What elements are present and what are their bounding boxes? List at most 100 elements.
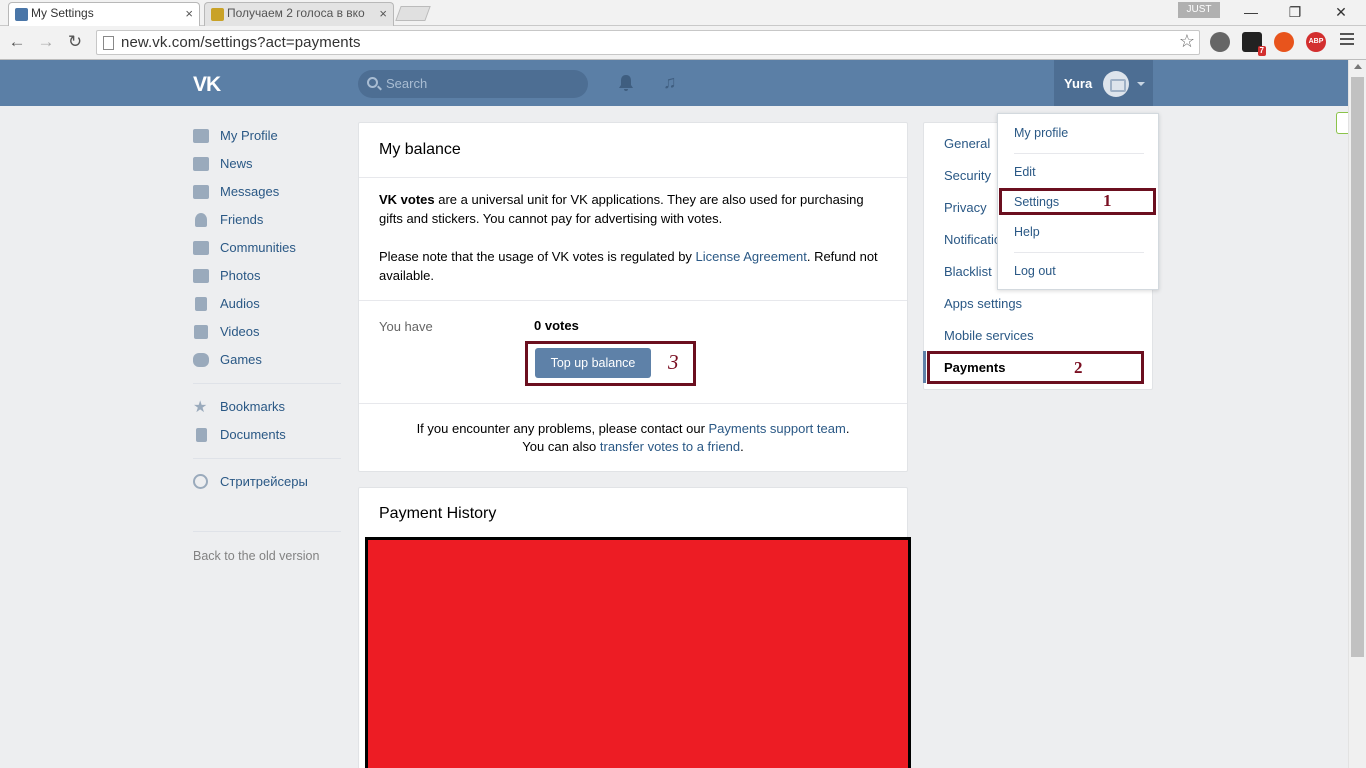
left-nav-item-community[interactable]: Стритрейсеры — [193, 472, 343, 492]
settings-menu-item-privacy[interactable]: Privacy — [944, 200, 987, 215]
divider — [359, 177, 907, 178]
payments-support-link[interactable]: Payments support team — [709, 421, 846, 436]
music-icon[interactable]: ♫ — [663, 72, 677, 93]
chrome-menu-icon[interactable] — [1340, 33, 1354, 49]
tab-title: My Settings — [31, 6, 94, 20]
tab-close-icon[interactable]: × — [379, 6, 387, 21]
left-nav-item-news[interactable]: News — [193, 154, 343, 174]
forward-button[interactable]: → — [35, 31, 57, 53]
dropdown-item-help[interactable]: Help — [1014, 225, 1040, 239]
news-icon — [193, 157, 209, 171]
annotation-number-3: 3 — [668, 350, 679, 374]
redacted-history-block — [365, 537, 911, 768]
browser-tab-strip: My Settings × Получаем 2 голоса в вко × … — [0, 0, 1366, 27]
notifications-bell-icon[interactable] — [618, 74, 634, 92]
browser-toolbar: ← → ↻ new.vk.com/settings?act=payments ☆… — [0, 26, 1366, 60]
close-window-button[interactable]: ✕ — [1326, 2, 1356, 22]
friends-icon — [195, 213, 207, 227]
address-bar[interactable]: new.vk.com/settings?act=payments ☆ — [96, 30, 1200, 55]
chevron-down-icon — [1137, 82, 1145, 86]
scroll-up-arrow-icon[interactable] — [1354, 64, 1362, 69]
user-menu-button[interactable]: Yura — [1054, 60, 1153, 106]
search-input[interactable]: Search — [358, 70, 588, 98]
transfer-votes-link[interactable]: transfer votes to a friend — [600, 439, 740, 454]
scrollbar-thumb[interactable] — [1351, 77, 1364, 657]
left-nav-label: Bookmarks — [220, 399, 286, 414]
settings-menu-item-mobile[interactable]: Mobile services — [944, 328, 1034, 343]
left-nav-item-communities[interactable]: Communities — [193, 238, 343, 258]
votes-description-text: are a universal unit for VK applications… — [379, 192, 864, 226]
bookmark-star-icon[interactable]: ☆ — [1179, 31, 1195, 52]
support-note-text: If you encounter any problems, please co… — [416, 421, 709, 436]
restore-button[interactable]: ❐ — [1280, 2, 1310, 22]
profile-badge[interactable]: JUST — [1178, 2, 1220, 18]
divider — [359, 300, 907, 301]
dropdown-item-edit[interactable]: Edit — [1014, 165, 1036, 179]
url-text: new.vk.com/settings?act=payments — [121, 34, 361, 51]
support-note: If you encounter any problems, please co… — [359, 420, 907, 456]
ghostery-icon[interactable]: 7 — [1242, 32, 1266, 56]
left-nav-item-friends[interactable]: Friends — [193, 210, 343, 230]
messages-icon — [193, 185, 209, 199]
side-extension-tab[interactable] — [1336, 112, 1348, 134]
left-nav-label: Audios — [220, 296, 260, 311]
annotation-number-1: 1 — [1103, 191, 1112, 210]
reload-button[interactable]: ↻ — [64, 31, 86, 53]
vk-logo[interactable]: VK — [193, 73, 221, 97]
browser-tab-active[interactable]: My Settings × — [8, 2, 200, 27]
left-nav-label: Documents — [220, 427, 286, 442]
left-nav-item-audios[interactable]: Audios — [193, 294, 343, 314]
tab-favicon-icon — [211, 8, 224, 21]
left-nav-label: Стритрейсеры — [220, 474, 308, 489]
new-tab-button[interactable] — [395, 6, 431, 21]
adblock-plus-icon[interactable]: ABP — [1306, 32, 1326, 52]
gamepad-icon — [193, 353, 209, 367]
settings-menu-item-apps[interactable]: Apps settings — [944, 296, 1022, 311]
you-have-label: You have — [379, 319, 433, 334]
dropdown-item-log-out[interactable]: Log out — [1014, 264, 1056, 278]
left-nav-item-photos[interactable]: Photos — [193, 266, 343, 286]
menu-divider — [193, 458, 341, 459]
dropdown-item-my-profile[interactable]: My profile — [1014, 126, 1068, 140]
left-nav-item-bookmarks[interactable]: ★ Bookmarks — [193, 397, 343, 417]
back-button[interactable]: ← — [6, 31, 28, 53]
home-icon — [193, 129, 209, 143]
user-name: Yura — [1064, 76, 1093, 91]
tab-close-icon[interactable]: × — [185, 6, 193, 21]
vk-header: VK Search ♫ Yura — [0, 60, 1348, 106]
left-nav-label: Videos — [220, 324, 260, 339]
document-icon — [196, 428, 207, 442]
left-nav-item-videos[interactable]: Videos — [193, 322, 343, 342]
fire-icon[interactable] — [1274, 32, 1294, 52]
left-nav-item-messages[interactable]: Messages — [193, 182, 343, 202]
star-icon: ★ — [193, 399, 208, 416]
license-note: Please note that the usage of VK votes i… — [379, 247, 891, 285]
divider — [359, 403, 907, 404]
votes-term: VK votes — [379, 192, 435, 207]
left-nav-label: Communities — [220, 240, 296, 255]
globe-icon[interactable] — [1210, 32, 1230, 52]
votes-count: 0 votes — [534, 318, 579, 333]
settings-menu-item-blacklist[interactable]: Blacklist — [944, 264, 992, 279]
communities-icon — [193, 241, 209, 255]
transfer-note-text: You can also — [522, 439, 600, 454]
minimize-button[interactable]: — — [1236, 2, 1266, 22]
back-to-old-version-link[interactable]: Back to the old version — [193, 549, 319, 563]
search-placeholder: Search — [386, 76, 428, 91]
left-nav-item-my-profile[interactable]: My Profile — [193, 126, 343, 146]
license-agreement-link[interactable]: License Agreement — [696, 249, 807, 264]
balance-panel: My balance VK votes are a universal unit… — [358, 122, 908, 472]
left-nav-label: Messages — [220, 184, 280, 199]
page-scrollbar[interactable] — [1348, 60, 1366, 768]
left-nav-label: Games — [220, 352, 262, 367]
settings-menu-item-security[interactable]: Security — [944, 168, 991, 183]
page-icon — [103, 36, 114, 50]
left-nav-label: Photos — [220, 268, 261, 283]
annotation-box-1 — [999, 188, 1156, 215]
camera-icon — [193, 269, 209, 283]
left-nav-label: My Profile — [220, 128, 278, 143]
left-nav-item-documents[interactable]: Documents — [193, 425, 343, 445]
settings-menu-item-general[interactable]: General — [944, 136, 990, 151]
browser-tab[interactable]: Получаем 2 голоса в вко × — [204, 2, 394, 26]
left-nav-item-games[interactable]: Games — [193, 350, 343, 370]
